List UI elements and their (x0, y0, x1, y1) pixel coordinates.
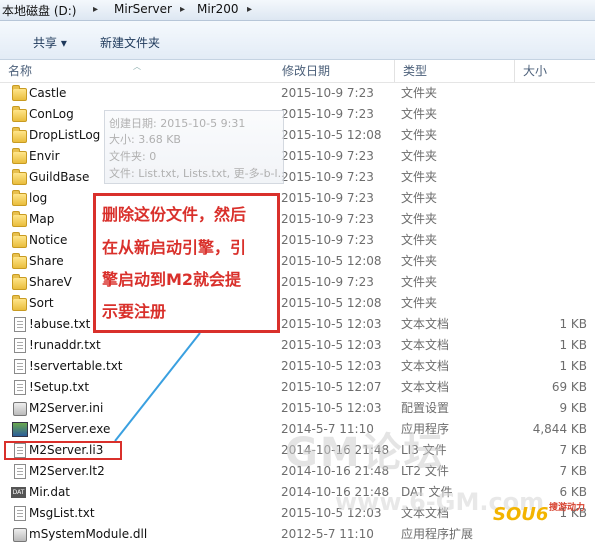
callout-line-4: 示要注册 (102, 302, 167, 321)
logo-text: SOU6 (493, 504, 549, 525)
callout-line-3: 擎启动到M2就会提 (102, 270, 242, 289)
callout-line-1: 删除这份文件，然后 (102, 205, 247, 224)
site-logo: SOU6 搜游动力 (493, 498, 591, 534)
logo-tag: 搜游动力 (549, 503, 586, 513)
watermark-text: GM论坛 (285, 430, 446, 476)
instruction-callout: 删除这份文件，然后 在从新启动引擎，引 擎启动到M2就会提 示要注册 (93, 193, 280, 333)
callout-line-2: 在从新启动引擎，引 (102, 238, 247, 257)
highlight-box (4, 441, 122, 460)
